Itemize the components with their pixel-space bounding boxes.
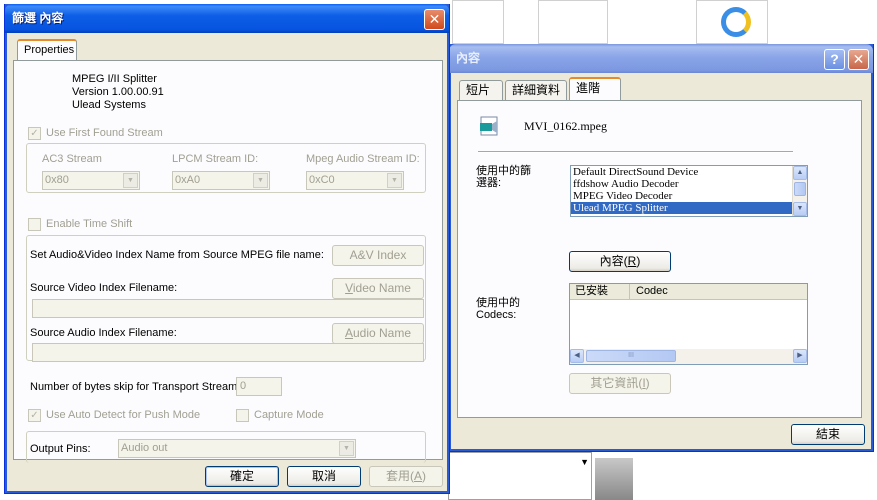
- audio-index-field[interactable]: [32, 343, 424, 362]
- separator: [478, 151, 793, 153]
- tab-properties[interactable]: Properties: [17, 39, 77, 62]
- output-pins-select[interactable]: Audio out ▼: [118, 439, 356, 458]
- scroll-down-icon[interactable]: ▼: [793, 202, 807, 216]
- tab-strip: 短片 詳細資料 進階: [459, 77, 859, 102]
- ac3-stream-label: AC3 Stream: [42, 153, 102, 165]
- tab-details[interactable]: 詳細資料: [505, 80, 567, 100]
- file-name: MVI_0162.mpeg: [524, 119, 607, 133]
- scroll-thumb[interactable]: [794, 182, 806, 196]
- filter-titlebar[interactable]: 篩選 內容 ✕: [5, 4, 449, 33]
- audio-name-button[interactable]: Audio Name: [332, 323, 424, 344]
- filter-list-item[interactable]: MPEG Video Decoder: [571, 190, 792, 202]
- filters-scrollbar[interactable]: ▲ ▼: [792, 166, 807, 216]
- capture-mode-label: Capture Mode: [254, 409, 324, 421]
- scroll-thumb[interactable]: III: [586, 350, 676, 362]
- video-index-label: Source Video Index Filename:: [30, 282, 178, 294]
- properties-window: 內容 ? ✕ 短片 詳細資料 進階 MVI_0162.mpeg 使用中的篩 選器…: [448, 44, 874, 452]
- window-title: 篩選 內容: [12, 11, 64, 25]
- capture-mode-checkbox[interactable]: [236, 409, 249, 422]
- bytes-skip-field[interactable]: 0: [236, 377, 282, 396]
- enable-time-shift-checkbox[interactable]: [28, 218, 41, 231]
- filter-properties-button[interactable]: 內容(R): [569, 251, 671, 272]
- properties-client: 短片 詳細資料 進階 MVI_0162.mpeg 使用中的篩 選器: Defau…: [453, 74, 869, 447]
- audio-index-label: Source Audio Index Filename:: [30, 327, 177, 339]
- chevron-down-icon: ▼: [387, 173, 402, 188]
- close-window-button[interactable]: ✕: [848, 49, 869, 70]
- filters-listbox[interactable]: Default DirectSound Device ffdshow Audio …: [570, 165, 808, 217]
- close-button[interactable]: 結束: [791, 424, 865, 445]
- chevron-down-icon: ▼: [580, 457, 589, 467]
- filter-info: MPEG I/II Splitter Version 1.00.00.91 Ul…: [72, 73, 164, 111]
- background-photo: [595, 458, 633, 500]
- use-first-found-stream-checkbox[interactable]: ✓: [28, 127, 41, 140]
- filters-label: 使用中的篩 選器:: [476, 165, 531, 189]
- bytes-skip-label: Number of bytes skip for Transport Strea…: [30, 381, 241, 393]
- codecs-listview[interactable]: 已安裝 Codec ◀ III ▶: [569, 283, 808, 365]
- background-thumbnail: [452, 0, 504, 44]
- video-name-button[interactable]: Video Name: [332, 278, 424, 299]
- help-button[interactable]: ?: [824, 49, 845, 70]
- mpeg-audio-stream-select[interactable]: 0xC0 ▼: [306, 171, 404, 190]
- properties-titlebar[interactable]: 內容 ? ✕: [449, 44, 873, 73]
- ok-button[interactable]: 確定: [205, 466, 279, 487]
- filter-list-item[interactable]: Ulead MPEG Splitter: [571, 202, 792, 214]
- close-window-button[interactable]: ✕: [424, 9, 445, 30]
- mpeg-audio-stream-label: Mpeg Audio Stream ID:: [306, 153, 420, 165]
- enable-time-shift-label: Enable Time Shift: [46, 218, 133, 230]
- video-index-field[interactable]: [32, 299, 424, 318]
- scroll-left-icon[interactable]: ◀: [570, 349, 584, 363]
- column-header-installed[interactable]: 已安裝: [570, 284, 630, 300]
- filter-list-item[interactable]: ffdshow Audio Decoder: [571, 178, 792, 190]
- filter-list-item[interactable]: Default DirectSound Device: [571, 166, 792, 178]
- background-dropdown: ▼: [448, 452, 592, 500]
- av-index-button[interactable]: A&V Index: [332, 245, 424, 266]
- window-title: 內容: [456, 51, 481, 65]
- filter-client: Properties MPEG I/II Splitter Version 1.…: [9, 34, 445, 489]
- chevron-down-icon: ▼: [123, 173, 138, 188]
- advanced-panel: MVI_0162.mpeg 使用中的篩 選器: Default DirectSo…: [457, 100, 862, 418]
- use-first-found-stream-label: Use First Found Stream: [46, 127, 163, 139]
- lpcm-stream-select[interactable]: 0xA0 ▼: [172, 171, 270, 190]
- auto-detect-checkbox[interactable]: ✓: [28, 409, 41, 422]
- scroll-up-icon[interactable]: ▲: [793, 166, 807, 180]
- codecs-hscrollbar[interactable]: ◀ III ▶: [570, 349, 807, 364]
- filter-properties-window: 篩選 內容 ✕ Properties MPEG I/II Splitter Ve…: [4, 4, 450, 494]
- tab-advanced[interactable]: 進階: [569, 77, 621, 100]
- tab-clip[interactable]: 短片: [459, 80, 503, 100]
- background-thumbnail: [538, 0, 608, 44]
- apply-button[interactable]: 套用(A): [369, 466, 443, 487]
- media-file-icon: [478, 115, 500, 137]
- cancel-button[interactable]: 取消: [287, 466, 361, 487]
- lpcm-stream-label: LPCM Stream ID:: [172, 153, 259, 165]
- auto-detect-label: Use Auto Detect for Push Mode: [46, 409, 201, 421]
- column-header-codec[interactable]: Codec: [630, 284, 807, 300]
- chevron-down-icon: ▼: [339, 441, 354, 456]
- internet-explorer-icon: [721, 7, 751, 37]
- more-info-button[interactable]: 其它資訊(I): [569, 373, 671, 394]
- codecs-label: 使用中的 Codecs:: [476, 297, 520, 321]
- output-pins-label: Output Pins:: [30, 443, 91, 455]
- ac3-stream-select[interactable]: 0x80 ▼: [42, 171, 140, 190]
- chevron-down-icon: ▼: [253, 173, 268, 188]
- properties-panel: MPEG I/II Splitter Version 1.00.00.91 Ul…: [13, 60, 443, 463]
- background-thumbnail: [696, 0, 768, 44]
- index-name-label: Set Audio&Video Index Name from Source M…: [30, 249, 324, 261]
- scroll-right-icon[interactable]: ▶: [793, 349, 807, 363]
